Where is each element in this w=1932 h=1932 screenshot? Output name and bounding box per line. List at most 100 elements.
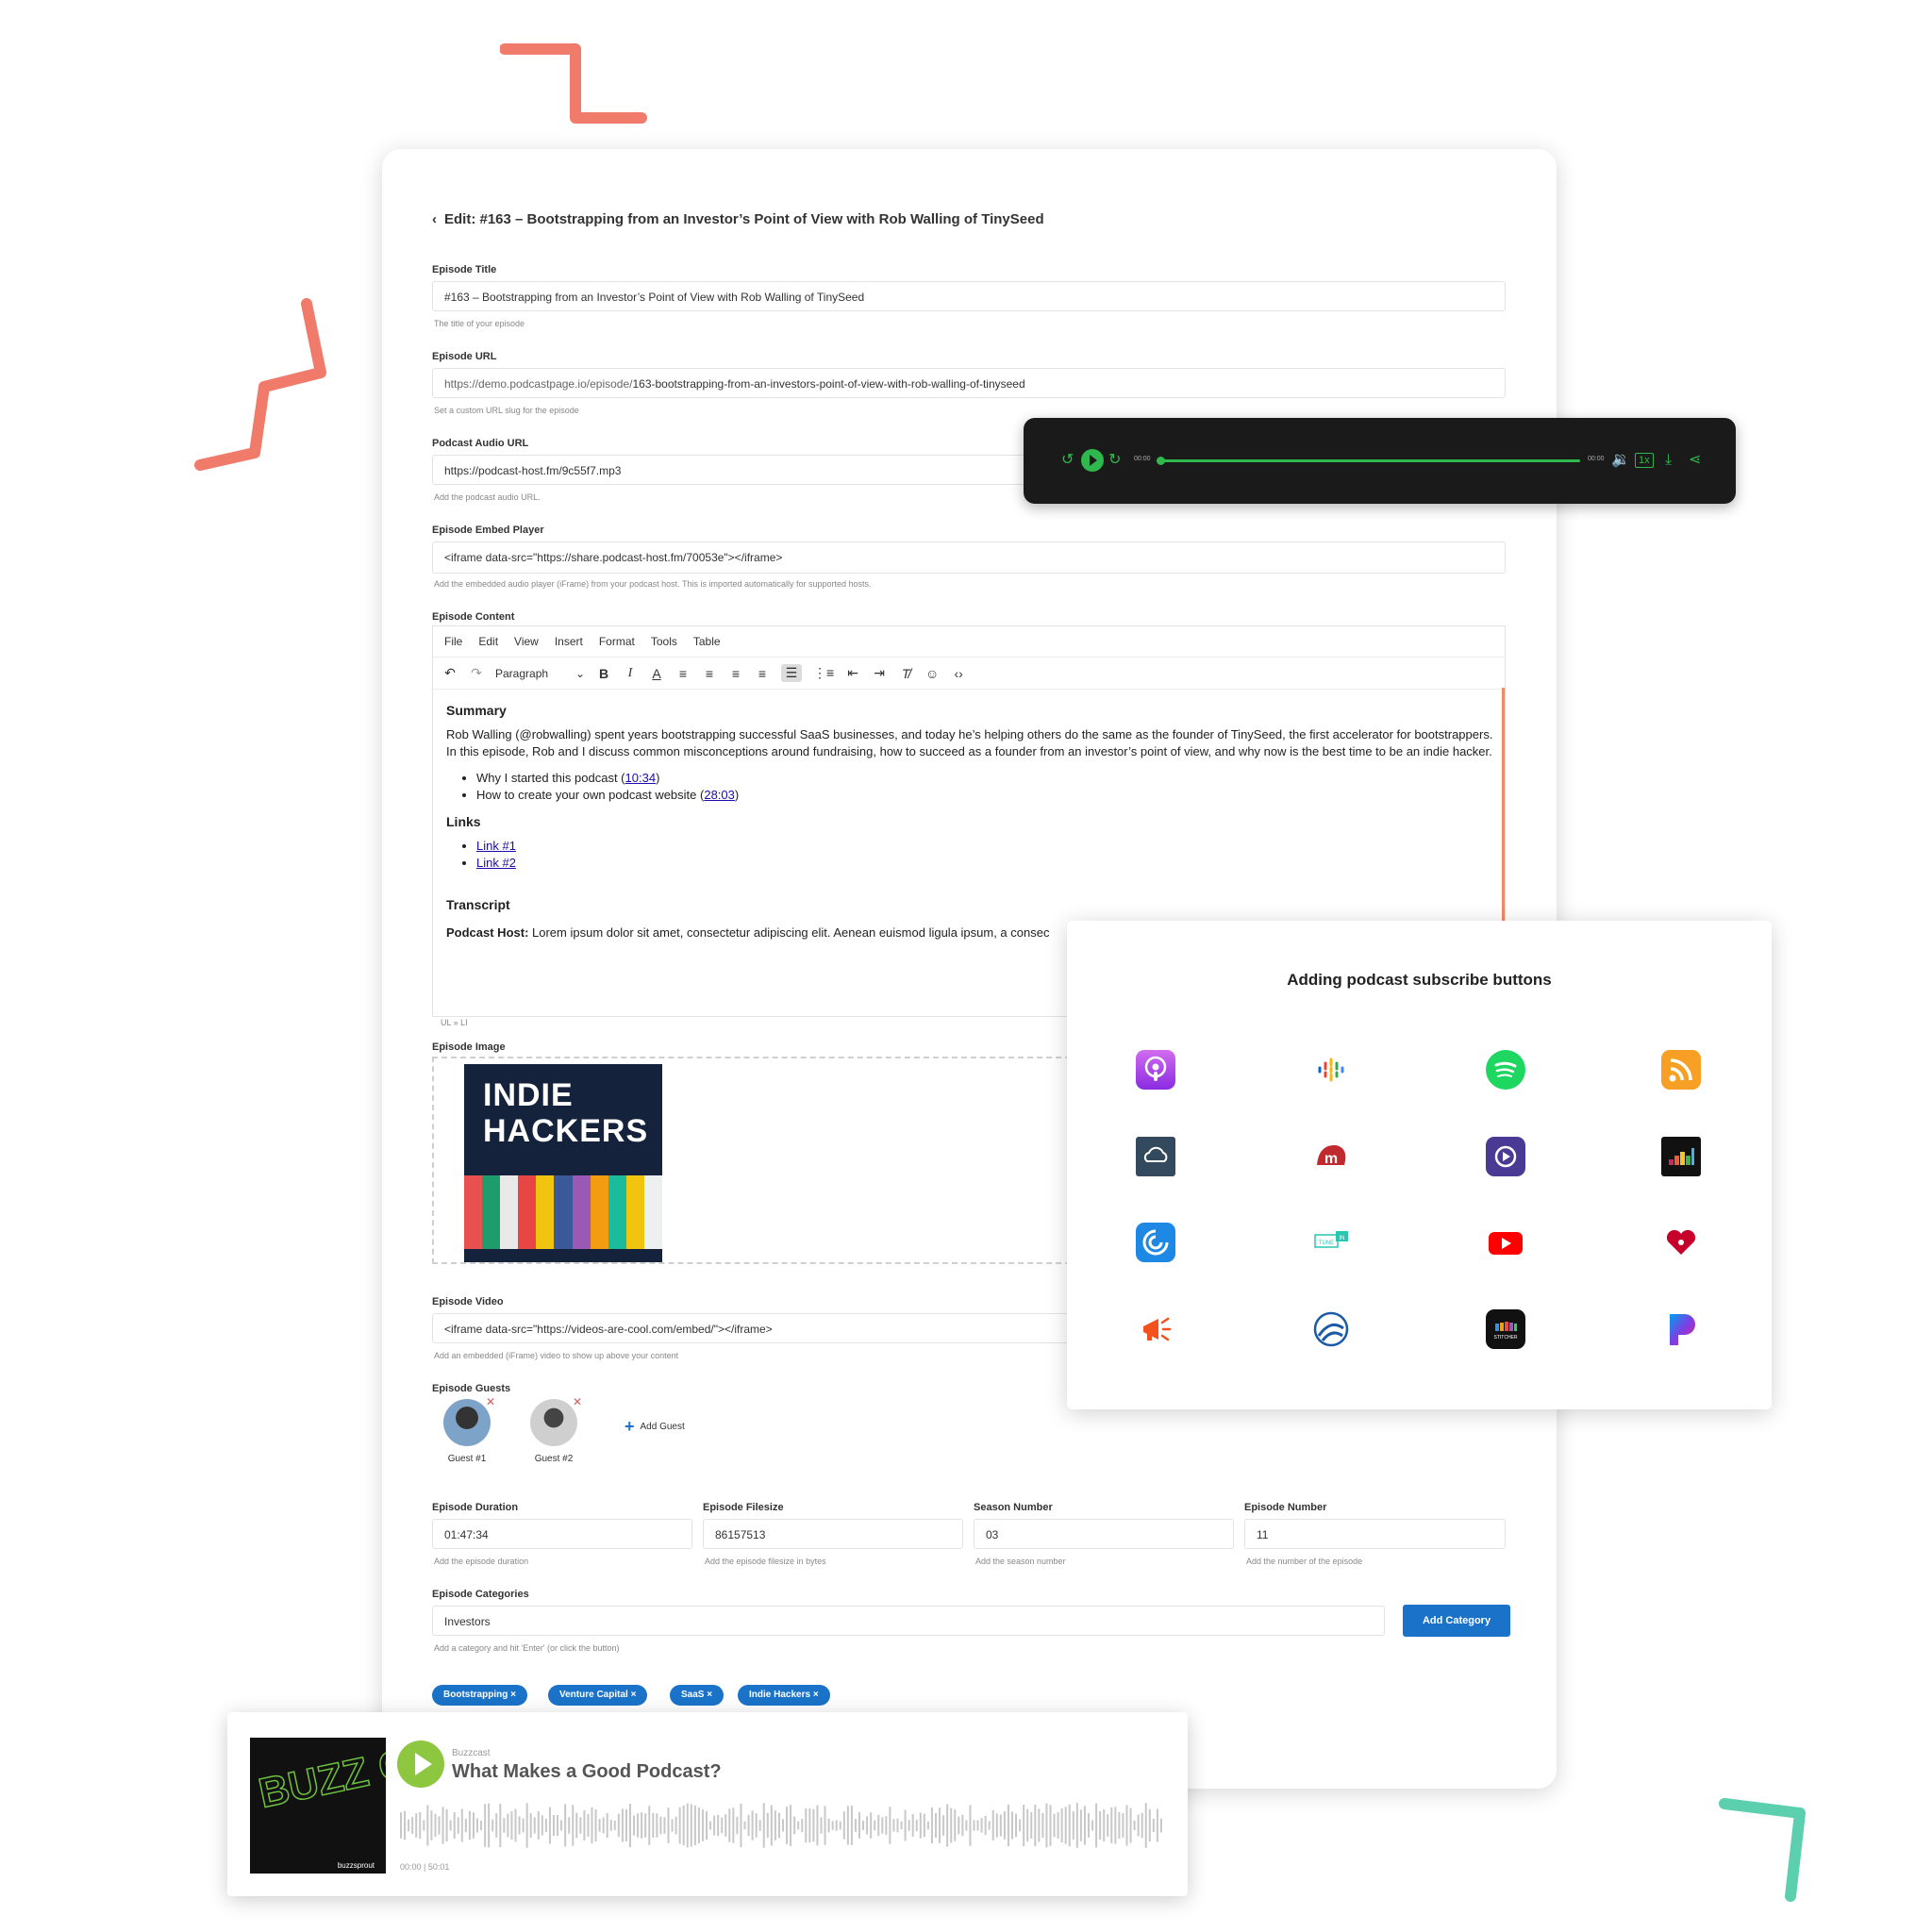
block-format-select[interactable]: Paragraph ⌄ [495, 667, 585, 680]
waveform[interactable] [400, 1802, 1164, 1849]
outdent-icon[interactable]: ⇤ [845, 665, 860, 681]
timestamp-link[interactable]: 10:34 [625, 771, 657, 785]
deezer-icon[interactable] [1661, 1137, 1701, 1176]
bullet-list-icon[interactable]: ☰ [781, 664, 802, 682]
episode-url-slug: 163-bootstrapping-from-an-investors-poin… [632, 377, 1025, 391]
embed-player-help: Add the embedded audio player (iFrame) f… [434, 579, 872, 589]
tunein-icon[interactable]: TUNE IN [1311, 1223, 1351, 1262]
italic-icon[interactable]: I [623, 666, 638, 681]
category-tag[interactable]: Bootstrapping × [432, 1685, 527, 1706]
download-icon[interactable]: ⤓ [1665, 450, 1672, 471]
forward-icon[interactable]: ↻ [1108, 450, 1121, 471]
remove-guest-icon[interactable]: ✕ [486, 1395, 495, 1408]
art-text: BUZZ CAST [255, 1738, 386, 1817]
align-left-icon[interactable]: ≡ [675, 666, 691, 681]
clear-format-icon[interactable]: T̸ [898, 666, 913, 681]
menu-tools[interactable]: Tools [651, 635, 677, 648]
undo-icon[interactable]: ↶ [442, 665, 458, 681]
emoji-icon[interactable]: ☺ [924, 666, 940, 681]
waveform-bar [954, 1809, 957, 1841]
add-guest-button[interactable]: + Add Guest [625, 1417, 685, 1437]
waveform-bar [659, 1816, 662, 1835]
iheartradio-icon[interactable] [1661, 1223, 1701, 1262]
waveform-bar [782, 1819, 784, 1832]
align-right-icon[interactable]: ≡ [728, 666, 743, 681]
duration-input[interactable]: 01:47:34 [432, 1519, 692, 1549]
subscribe-buttons-card: Adding podcast subscribe buttons m TUNE I… [1067, 921, 1772, 1409]
timestamp-link[interactable]: 28:03 [704, 788, 735, 802]
redo-icon[interactable]: ↷ [469, 665, 484, 681]
waveform-bar [1015, 1813, 1018, 1838]
season-input[interactable]: 03 [974, 1519, 1234, 1549]
play-button[interactable] [397, 1740, 444, 1788]
progress-track[interactable] [1157, 457, 1580, 465]
waveform-bar [525, 1803, 528, 1848]
apple-podcasts-icon[interactable] [1136, 1050, 1175, 1090]
waveform-bar [935, 1812, 937, 1839]
overcast-icon[interactable] [1136, 1137, 1175, 1176]
volume-icon[interactable]: 🔉 [1611, 450, 1630, 471]
category-tag[interactable]: Indie Hackers × [738, 1685, 830, 1706]
link-2[interactable]: Link #2 [476, 856, 516, 870]
waveform-bar [602, 1817, 605, 1834]
link-1[interactable]: Link #1 [476, 839, 516, 853]
waveform-bar [1110, 1807, 1113, 1844]
speed-icon[interactable]: 1x [1635, 453, 1654, 468]
waveform-bar [1079, 1809, 1082, 1841]
waveform-bar [724, 1814, 727, 1837]
embed-player-textarea[interactable]: <iframe data-src="https://share.podcast-… [432, 541, 1506, 574]
add-category-button[interactable]: Add Category [1403, 1605, 1510, 1637]
menu-format[interactable]: Format [599, 635, 635, 648]
align-justify-icon[interactable]: ≡ [755, 666, 770, 681]
categories-input[interactable]: Investors [432, 1606, 1385, 1636]
remove-tag-icon[interactable]: × [631, 1690, 637, 1700]
category-tag[interactable]: SaaS × [670, 1685, 724, 1706]
episode-number-input[interactable]: 11 [1244, 1519, 1506, 1549]
castbox-icon[interactable] [1486, 1137, 1525, 1176]
categories-label: Episode Categories [432, 1589, 529, 1600]
menu-table[interactable]: Table [693, 635, 721, 648]
rewind-icon[interactable]: ↺ [1061, 450, 1074, 471]
episode-title-input[interactable]: #163 – Bootstrapping from an Investor’s … [432, 281, 1506, 311]
rss-icon[interactable] [1661, 1050, 1701, 1090]
breaker-icon[interactable] [1311, 1309, 1351, 1349]
remove-tag-icon[interactable]: × [707, 1690, 712, 1700]
filesize-input[interactable]: 86157513 [703, 1519, 963, 1549]
editor-scrollbar[interactable] [1502, 688, 1505, 924]
editor-content[interactable]: Summary Rob Walling (@robwalling) spent … [446, 702, 1495, 941]
remove-guest-icon[interactable]: ✕ [573, 1395, 582, 1408]
indent-icon[interactable]: ⇥ [872, 665, 887, 681]
pocket-casts-icon[interactable] [1136, 1223, 1175, 1262]
waveform-bar [1107, 1814, 1109, 1837]
spotify-icon[interactable] [1486, 1050, 1525, 1090]
category-tag[interactable]: Venture Capital × [548, 1685, 648, 1706]
episode-url-input[interactable]: https://demo.podcastpage.io/episode/163-… [432, 368, 1506, 398]
google-podcasts-icon[interactable] [1311, 1050, 1351, 1090]
castro-icon[interactable]: m [1311, 1137, 1351, 1176]
chevron-left-icon[interactable]: ‹ [432, 211, 437, 227]
menu-file[interactable]: File [444, 635, 462, 648]
bold-icon[interactable]: B [596, 666, 611, 681]
numbered-list-icon[interactable]: ⋮≡ [813, 665, 834, 681]
list-item: How to create your own podcast website (… [476, 787, 1495, 804]
waveform-bar [991, 1809, 994, 1841]
text-color-icon[interactable]: A [649, 666, 664, 681]
pandora-icon[interactable] [1661, 1309, 1701, 1349]
stitcher-icon[interactable]: STITCHER [1486, 1309, 1525, 1349]
play-button[interactable] [1081, 449, 1104, 472]
guest-2[interactable]: ✕ Guest #2 [525, 1395, 582, 1464]
waveform-bar [453, 1812, 456, 1839]
share-icon[interactable]: ⋖ [1689, 450, 1701, 471]
youtube-icon[interactable] [1486, 1223, 1525, 1262]
menu-insert[interactable]: Insert [555, 635, 583, 648]
guest-1[interactable]: ✕ Guest #1 [439, 1395, 495, 1464]
menu-edit[interactable]: Edit [478, 635, 498, 648]
align-center-icon[interactable]: ≡ [702, 666, 717, 681]
source-code-icon[interactable]: ‹› [951, 666, 966, 681]
menu-view[interactable]: View [514, 635, 539, 648]
remove-tag-icon[interactable]: × [510, 1690, 516, 1700]
podcast-addict-icon[interactable] [1136, 1309, 1175, 1349]
waveform-bar [1137, 1814, 1140, 1837]
waveform-bar [1099, 1810, 1102, 1840]
remove-tag-icon[interactable]: × [813, 1690, 819, 1700]
